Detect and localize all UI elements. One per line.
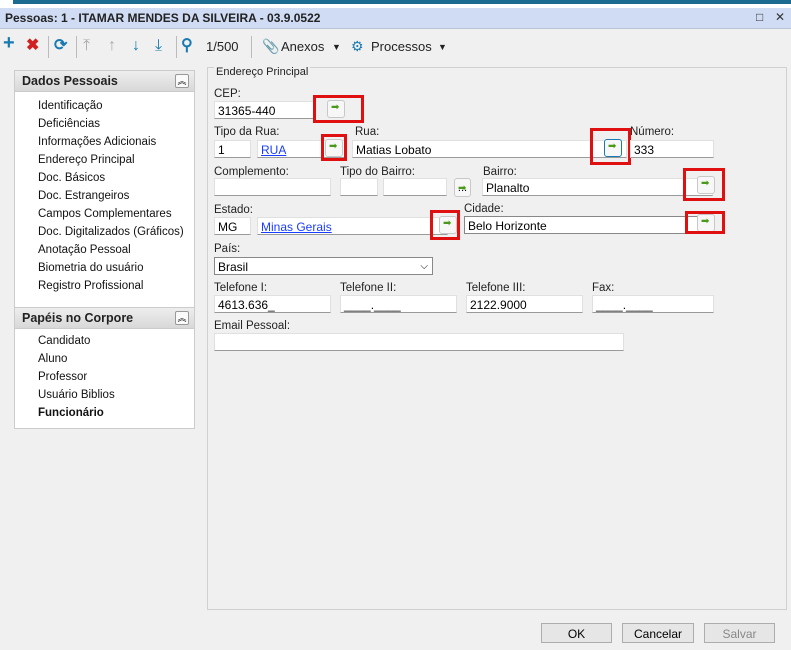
- close-icon[interactable]: ✕: [775, 10, 785, 24]
- highlight-box: [430, 210, 460, 240]
- sidebar-item[interactable]: Usuário Biblios: [38, 389, 115, 401]
- fax-input[interactable]: ____.____: [592, 295, 714, 313]
- window-title: Pessoas: 1 - ITAMAR MENDES DA SILVEIRA -…: [5, 11, 321, 25]
- telefone3-label: Telefone III:: [466, 282, 526, 294]
- highlight-box: [321, 134, 347, 161]
- cancel-button[interactable]: Cancelar: [622, 623, 694, 643]
- browse-label: ...: [457, 182, 468, 194]
- toolbar: + ✖ ⟳ ⤒ ↑ ↓ ⤓ ⚲ 1/500 📎 Anexos ▼ ⚙ Proce…: [0, 30, 791, 62]
- section-title: Papéis no Corpore: [22, 311, 134, 325]
- chevron-down-icon[interactable]: ▼: [438, 42, 447, 52]
- group-title: Endereço Principal: [214, 66, 311, 78]
- estado-name[interactable]: Minas Gerais: [257, 217, 448, 235]
- delete-icon[interactable]: ✖: [26, 37, 39, 55]
- sidebar-item[interactable]: Doc. Estrangeiros: [38, 190, 129, 202]
- telefone3-input[interactable]: 2122.9000: [466, 295, 583, 313]
- rua-label: Rua:: [355, 126, 380, 138]
- plus-icon[interactable]: +: [3, 33, 15, 53]
- sidebar: Dados Pessoais ︽ Identificação Deficiênc…: [14, 70, 195, 429]
- pais-label: País:: [214, 243, 241, 255]
- telefone2-label: Telefone II:: [340, 282, 397, 294]
- estado-label: Estado:: [214, 204, 253, 216]
- numero-label: Número:: [630, 126, 675, 138]
- section-title: Dados Pessoais: [22, 74, 118, 88]
- cep-label: CEP:: [214, 88, 241, 100]
- pais-select[interactable]: Brasil ⌵: [214, 257, 433, 275]
- highlight-box: [683, 168, 725, 201]
- estado-code-input[interactable]: MG: [214, 217, 251, 235]
- sidebar-item[interactable]: Funcionário: [38, 407, 104, 419]
- chevron-down-icon: ⌵: [420, 261, 428, 272]
- browse-button[interactable]: ...: [454, 178, 471, 198]
- previous-icon[interactable]: ↑: [108, 37, 116, 55]
- tipo-bairro-label: Tipo do Bairro:: [340, 166, 415, 178]
- sidebar-item[interactable]: Candidato: [38, 335, 90, 347]
- sidebar-item[interactable]: Anotação Pessoal: [38, 244, 131, 256]
- tipo-bairro-name-input[interactable]: [383, 178, 447, 196]
- sidebar-item[interactable]: Doc. Básicos: [38, 172, 105, 184]
- highlight-box: [590, 128, 631, 165]
- sidebar-item[interactable]: Professor: [38, 371, 87, 383]
- numero-input[interactable]: 333: [630, 140, 714, 158]
- sidebar-item[interactable]: Doc. Digitalizados (Gráficos): [38, 226, 184, 238]
- chevron-down-icon[interactable]: ▼: [332, 42, 341, 52]
- processos-menu[interactable]: Processos: [371, 39, 432, 54]
- bairro-input[interactable]: Planalto: [482, 178, 713, 196]
- highlight-box: [685, 211, 725, 234]
- refresh-icon[interactable]: ⟳: [54, 37, 67, 55]
- collapse-icon[interactable]: ︽: [175, 311, 189, 325]
- sidebar-item[interactable]: Deficiências: [38, 118, 100, 130]
- anexos-menu[interactable]: Anexos: [281, 39, 324, 54]
- save-button[interactable]: Salvar: [704, 623, 775, 643]
- complemento-label: Complemento:: [214, 166, 289, 178]
- tipo-rua-code-input[interactable]: 1: [214, 140, 251, 158]
- complemento-input[interactable]: [214, 178, 331, 196]
- sidebar-item[interactable]: Campos Complementares: [38, 208, 172, 220]
- collapse-icon[interactable]: ︽: [175, 74, 189, 88]
- sidebar-item[interactable]: Registro Profissional: [38, 280, 143, 292]
- gear-icon: ⚙: [351, 38, 364, 54]
- cidade-label: Cidade:: [464, 203, 504, 215]
- email-input[interactable]: [214, 333, 624, 351]
- ok-button[interactable]: OK: [541, 623, 612, 643]
- pais-value: Brasil: [218, 260, 249, 274]
- section-papeis[interactable]: Papéis no Corpore ︽: [15, 307, 194, 329]
- section-dados-pessoais[interactable]: Dados Pessoais ︽: [15, 71, 194, 92]
- search-icon[interactable]: ⚲: [181, 37, 193, 55]
- email-label: Email Pessoal:: [214, 320, 291, 332]
- tipo-rua-label: Tipo da Rua:: [214, 126, 280, 138]
- telefone1-input[interactable]: 4613.636_: [214, 295, 331, 313]
- sidebar-item[interactable]: Identificação: [38, 100, 103, 112]
- sidebar-item[interactable]: Aluno: [38, 353, 67, 365]
- tipo-bairro-code-input[interactable]: [340, 178, 378, 196]
- bairro-label: Bairro:: [483, 166, 517, 178]
- maximize-icon[interactable]: □: [756, 10, 763, 24]
- paperclip-icon: 📎: [262, 38, 280, 54]
- sidebar-item[interactable]: Biometria do usuário: [38, 262, 143, 274]
- fax-label: Fax:: [592, 282, 615, 294]
- record-counter: 1/500: [206, 39, 239, 54]
- cep-input[interactable]: 31365-440: [214, 101, 314, 119]
- title-bar: Pessoas: 1 - ITAMAR MENDES DA SILVEIRA -…: [0, 8, 791, 29]
- telefone1-label: Telefone I:: [214, 282, 268, 294]
- estado-link[interactable]: Minas Gerais: [261, 220, 332, 234]
- sidebar-item[interactable]: Informações Adicionais: [38, 136, 156, 148]
- tipo-rua-link[interactable]: RUA: [261, 143, 286, 157]
- top-strip: [0, 0, 791, 8]
- rua-input[interactable]: Matias Lobato: [352, 140, 627, 158]
- last-icon[interactable]: ⤓: [155, 37, 162, 55]
- first-icon[interactable]: ⤒: [83, 37, 90, 55]
- cidade-input[interactable]: Belo Horizonte: [464, 216, 713, 234]
- highlight-box: [313, 95, 364, 123]
- telefone2-input[interactable]: ____.____: [340, 295, 457, 313]
- next-icon[interactable]: ↓: [132, 37, 140, 55]
- sidebar-item[interactable]: Endereço Principal: [38, 154, 135, 166]
